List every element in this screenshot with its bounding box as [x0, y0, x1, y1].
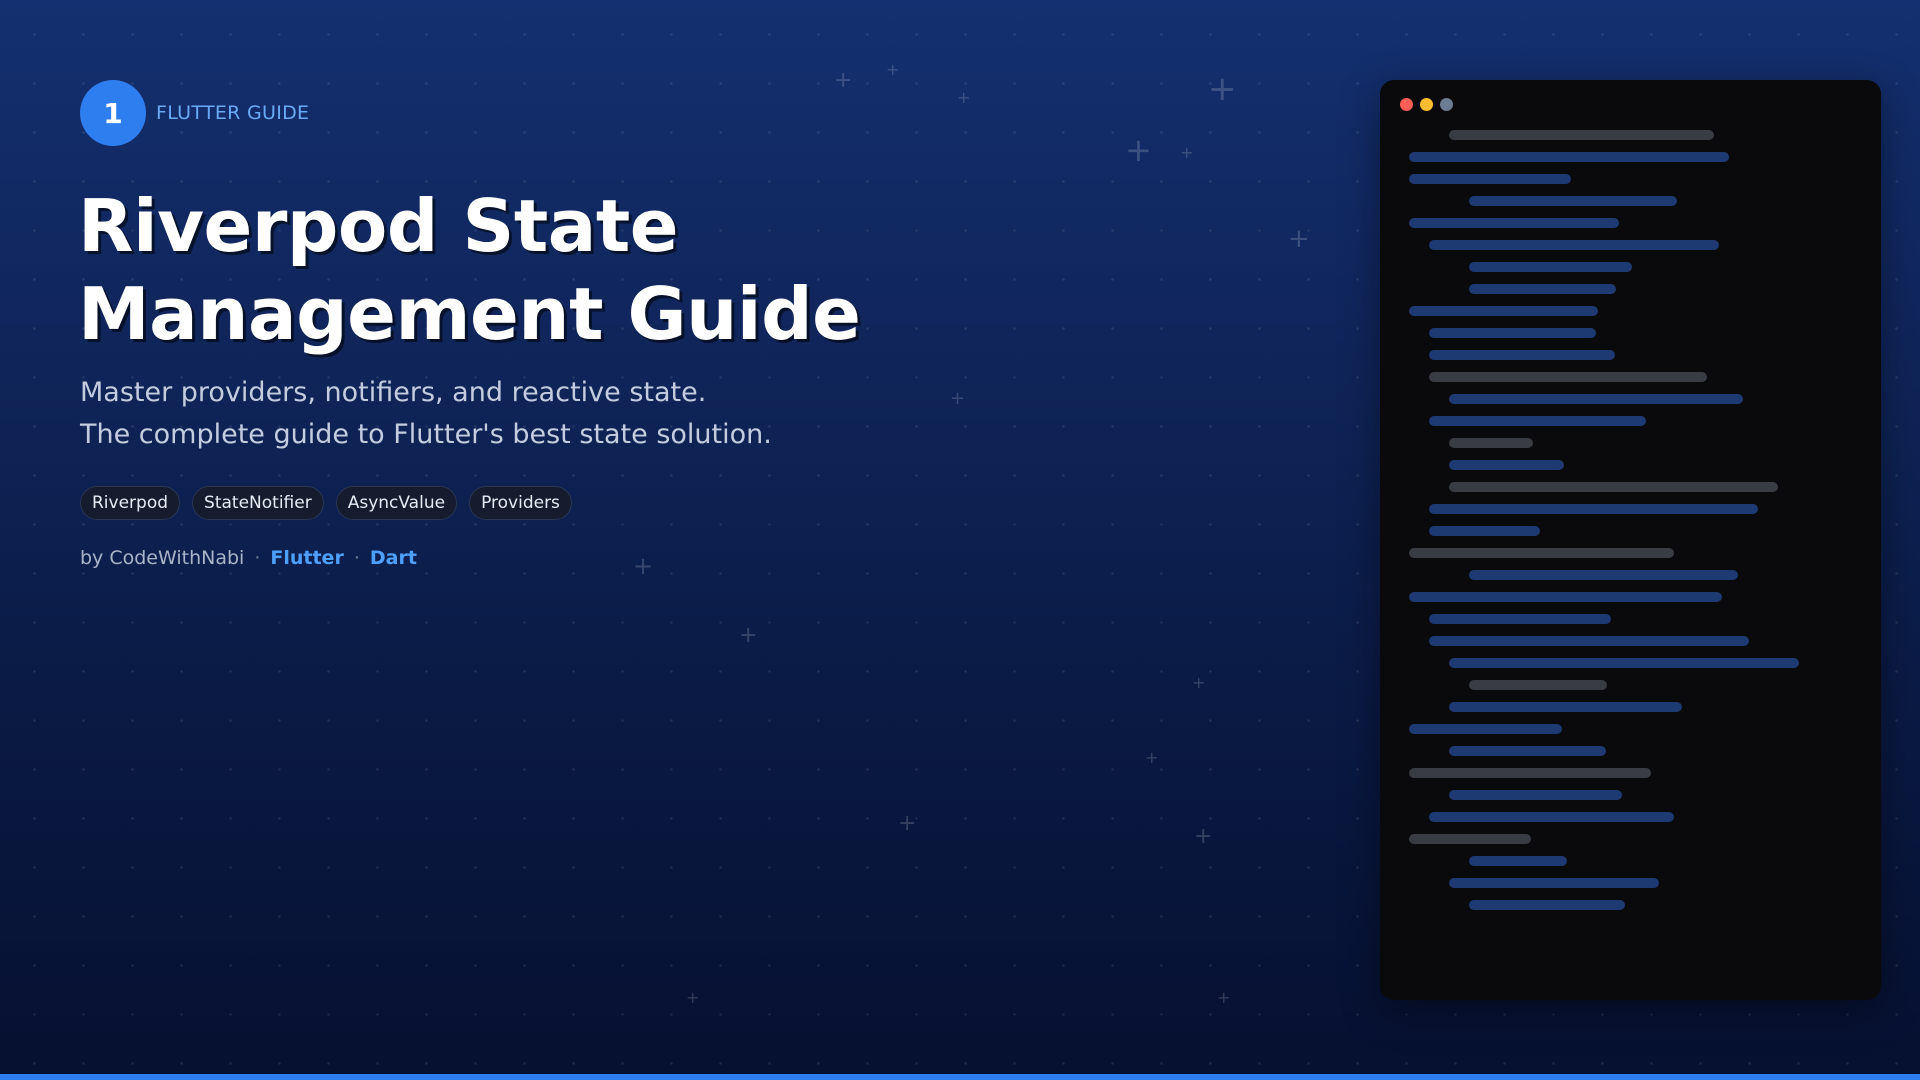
minimize-dot-icon	[1420, 98, 1433, 111]
topic-dart: Dart	[369, 547, 417, 569]
sparkle-icon: +	[1145, 748, 1159, 767]
code-line	[1429, 350, 1615, 360]
code-line	[1469, 570, 1738, 580]
sparkle-icon: +	[633, 552, 654, 580]
code-line	[1469, 196, 1677, 206]
window-controls	[1400, 98, 1453, 111]
guide-number-badge: 1	[80, 80, 146, 146]
byline-separator: ·	[353, 547, 360, 569]
code-line	[1449, 394, 1743, 404]
code-line	[1409, 548, 1674, 558]
sparkle-icon: +	[1208, 69, 1237, 109]
tag-asyncvalue: AsyncValue	[335, 486, 458, 520]
code-line	[1409, 218, 1619, 228]
bottom-accent-bar	[0, 1074, 1920, 1080]
code-line	[1429, 614, 1611, 624]
code-window-illustration	[1380, 80, 1881, 1000]
topic-flutter: Flutter	[270, 547, 344, 569]
code-line	[1409, 834, 1531, 844]
code-line	[1469, 284, 1616, 294]
code-line	[1409, 306, 1598, 316]
sparkle-icon: +	[1192, 673, 1206, 692]
byline: by CodeWithNabi · Flutter · Dart	[80, 547, 417, 569]
sparkle-icon: +	[739, 623, 758, 648]
code-line	[1469, 900, 1625, 910]
code-line	[1449, 878, 1659, 888]
guide-category-label: FLUTTER GUIDE	[156, 102, 310, 124]
title-line-2: Management Guide	[78, 272, 861, 356]
code-line	[1449, 482, 1778, 492]
code-line	[1429, 526, 1540, 536]
code-line	[1429, 240, 1719, 250]
author-label: by CodeWithNabi	[80, 547, 245, 569]
sparkle-icon: +	[1125, 131, 1152, 169]
code-line	[1429, 372, 1707, 382]
code-line	[1469, 262, 1632, 272]
subtitle: Master providers, notifiers, and reactiv…	[80, 372, 900, 456]
subtitle-line-2: The complete guide to Flutter's best sta…	[80, 419, 772, 450]
close-dot-icon	[1400, 98, 1413, 111]
code-line	[1429, 812, 1674, 822]
sparkle-icon: +	[834, 68, 853, 93]
code-line	[1449, 130, 1714, 140]
code-line	[1449, 460, 1564, 470]
code-line	[1449, 658, 1799, 668]
code-line	[1469, 856, 1567, 866]
sparkle-icon: +	[950, 388, 966, 409]
code-line	[1429, 504, 1758, 514]
tag-providers: Providers	[469, 486, 572, 520]
code-line	[1409, 768, 1651, 778]
code-line	[1429, 636, 1749, 646]
sparkle-icon: +	[1194, 824, 1213, 849]
subtitle-line-1: Master providers, notifiers, and reactiv…	[80, 377, 707, 408]
tag-list: Riverpod StateNotifier AsyncValue Provid…	[80, 486, 572, 520]
code-line	[1409, 592, 1722, 602]
code-line	[1449, 790, 1622, 800]
byline-separator: ·	[254, 547, 261, 569]
maximize-dot-icon	[1440, 98, 1453, 111]
sparkle-icon: +	[1288, 224, 1310, 254]
sparkle-icon: +	[957, 88, 971, 107]
code-line	[1429, 416, 1646, 426]
sparkle-icon: +	[1180, 143, 1194, 162]
page-title: Riverpod State Management Guide	[78, 182, 878, 358]
code-line	[1409, 152, 1729, 162]
guide-badge: 1 FLUTTER GUIDE	[80, 80, 309, 146]
code-line	[1449, 746, 1606, 756]
code-line	[1409, 724, 1562, 734]
code-line	[1409, 174, 1571, 184]
code-line	[1429, 328, 1596, 338]
code-line	[1449, 702, 1682, 712]
tag-riverpod: Riverpod	[80, 486, 181, 520]
sparkle-icon: +	[898, 811, 917, 836]
title-line-1: Riverpod State	[78, 184, 679, 268]
tag-statenotifier: StateNotifier	[192, 486, 324, 520]
sparkle-icon: +	[686, 988, 700, 1007]
sparkle-icon: +	[1217, 988, 1231, 1007]
sparkle-icon: +	[886, 60, 900, 79]
code-line	[1449, 438, 1533, 448]
code-line	[1469, 680, 1607, 690]
